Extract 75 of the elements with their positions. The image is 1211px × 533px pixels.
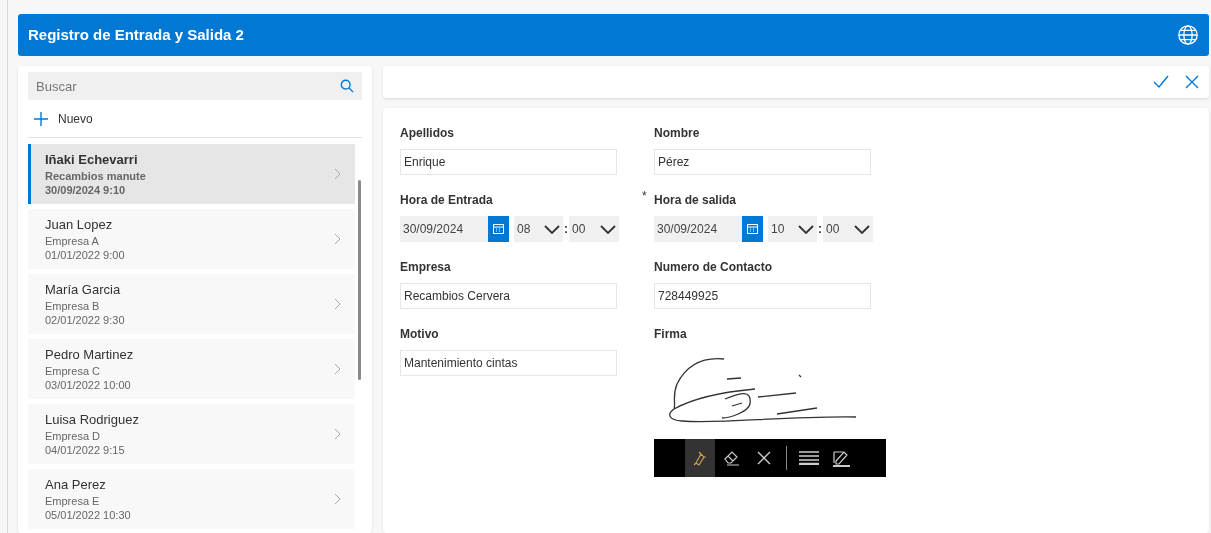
record-item[interactable]: María Garcia Empresa B 02/01/2022 9:30	[28, 274, 355, 334]
calendar-button[interactable]	[488, 216, 509, 242]
record-company: Empresa C	[45, 364, 102, 378]
chevron-down-icon	[600, 224, 616, 234]
search-field[interactable]: Buscar	[28, 72, 362, 100]
minute-dropdown[interactable]: 00	[823, 216, 873, 242]
calendar-icon	[747, 224, 758, 234]
record-company: Empresa D	[45, 429, 102, 443]
pencil-icon	[831, 449, 851, 467]
date-field[interactable]: 30/09/2024	[400, 216, 488, 242]
chevron-right-icon	[334, 363, 341, 375]
record-company: Empresa A	[45, 234, 100, 248]
close-icon	[757, 451, 771, 465]
field-label: Firma	[654, 327, 687, 341]
record-name: Luisa Rodriguez	[45, 411, 139, 429]
chevron-down-icon	[544, 224, 560, 234]
record-name: María Garcia	[45, 281, 122, 299]
record-datetime: 30/09/2024 9:10	[45, 183, 127, 197]
field-label: Empresa	[400, 260, 451, 274]
eraser-icon	[724, 450, 740, 466]
record-name: Juan Lopez	[45, 216, 114, 234]
app-title: Registro de Entrada y Salida 2	[28, 24, 244, 45]
chevron-right-icon	[334, 168, 341, 180]
field-label: Hora de salida	[654, 193, 737, 207]
record-name: Iñaki Echevarri	[45, 151, 139, 169]
record-datetime: 04/01/2022 9:15	[45, 443, 126, 457]
field-label: Numero de Contacto	[654, 260, 772, 274]
record-item[interactable]: Ana Perez Empresa E 05/01/2022 10:30	[28, 469, 355, 529]
globe-icon[interactable]	[1177, 24, 1199, 46]
chevron-down-icon	[798, 224, 814, 234]
pen-tool-button[interactable]	[685, 439, 715, 477]
check-icon[interactable]	[1153, 75, 1169, 89]
minute-dropdown[interactable]: 00	[569, 216, 619, 242]
text-field[interactable]: Pérez	[654, 149, 871, 175]
record-datetime: 03/01/2022 10:00	[45, 378, 132, 392]
calendar-button[interactable]	[742, 216, 763, 242]
chevron-down-icon	[854, 224, 870, 234]
close-icon[interactable]	[1185, 75, 1199, 89]
text-field[interactable]: Recambios Cervera	[400, 283, 617, 309]
chevron-right-icon	[334, 493, 341, 505]
plus-icon	[34, 112, 48, 126]
record-datetime: 02/01/2022 9:30	[45, 313, 125, 327]
chevron-right-icon	[334, 428, 341, 440]
lines-icon	[798, 451, 820, 465]
scrollbar-thumb[interactable]	[358, 180, 361, 380]
record-name: Pedro Martinez	[45, 346, 134, 364]
text-field[interactable]: 728449925	[654, 283, 871, 309]
text-field[interactable]: Mantenimiento cintas	[400, 350, 617, 376]
record-item[interactable]: Juan Lopez Empresa A 01/01/2022 9:00	[28, 209, 355, 269]
record-company: Empresa E	[45, 494, 101, 508]
hour-dropdown[interactable]: 08	[514, 216, 563, 242]
time-separator: :	[817, 221, 823, 238]
new-button[interactable]: Nuevo	[34, 110, 93, 128]
record-company: Recambios manute	[45, 169, 146, 183]
field-label: Hora de Entrada	[400, 193, 493, 207]
field-label: Apellidos	[400, 126, 454, 140]
field-label: Motivo	[400, 327, 439, 341]
record-datetime: 01/01/2022 9:00	[45, 248, 125, 262]
date-field[interactable]: 30/09/2024	[654, 216, 742, 242]
record-item[interactable]: Luisa Rodriguez Empresa D 04/01/2022 9:15	[28, 404, 355, 464]
time-separator: :	[563, 221, 569, 238]
record-name: Ana Perez	[45, 476, 107, 494]
record-company: Empresa B	[45, 299, 101, 313]
text-field[interactable]: Enrique	[400, 149, 617, 175]
pen-icon	[693, 450, 707, 466]
calendar-icon	[493, 224, 504, 234]
required-asterisk: *	[642, 188, 647, 205]
record-item[interactable]: Iñaki Echevarri Recambios manute 30/09/2024 9:10	[28, 144, 355, 204]
record-datetime: 05/01/2022 10:30	[45, 508, 131, 522]
chevron-right-icon	[334, 233, 341, 245]
chevron-right-icon	[334, 298, 341, 310]
record-item[interactable]: Pedro Martinez Empresa C 03/01/2022 10:00	[28, 339, 355, 399]
search-icon[interactable]	[340, 79, 354, 93]
hour-dropdown[interactable]: 10	[768, 216, 817, 242]
field-label: Nombre	[654, 126, 700, 140]
